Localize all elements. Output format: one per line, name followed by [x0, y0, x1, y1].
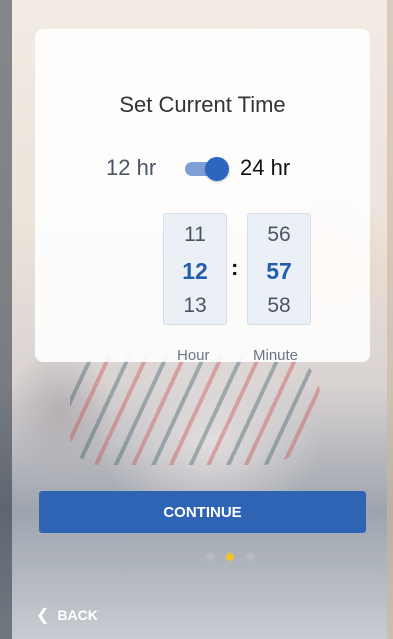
switch-knob[interactable]: [205, 157, 229, 181]
time-settings-card: Set Current Time 12 hr 24 hr 11 12 13 : …: [35, 29, 370, 364]
minute-next[interactable]: 58: [248, 294, 310, 318]
12hr-label[interactable]: 12 hr: [106, 155, 156, 181]
continue-button[interactable]: CONTINUE: [39, 491, 366, 533]
background-photo-detail: [70, 355, 320, 465]
background-edge: [0, 0, 12, 639]
pagination-dots: [206, 553, 256, 563]
hour-label: Hour: [177, 347, 210, 364]
hour-prev[interactable]: 11: [164, 223, 226, 247]
24hr-label[interactable]: 24 hr: [240, 155, 290, 181]
minute-prev[interactable]: 56: [248, 223, 310, 247]
pagination-dot-active: [226, 553, 234, 561]
time-format-toggle-row: 12 hr 24 hr: [35, 153, 370, 183]
minute-label: Minute: [253, 347, 299, 364]
time-format-switch[interactable]: [185, 157, 229, 181]
time-separator: :: [231, 255, 239, 280]
hour-current[interactable]: 12: [164, 258, 226, 285]
page-title: Set Current Time: [119, 92, 286, 117]
back-label: BACK: [57, 607, 98, 623]
pagination-dot: [246, 553, 254, 561]
background-edge-right: [387, 0, 393, 639]
minute-picker[interactable]: 56 57 58: [247, 213, 311, 325]
chevron-left-icon: ❮: [36, 607, 50, 624]
hour-next[interactable]: 13: [164, 294, 226, 318]
hour-picker[interactable]: 11 12 13: [163, 213, 227, 325]
pagination-dot: [206, 553, 214, 561]
minute-current[interactable]: 57: [248, 258, 310, 285]
back-button[interactable]: ❮ BACK: [36, 605, 98, 625]
